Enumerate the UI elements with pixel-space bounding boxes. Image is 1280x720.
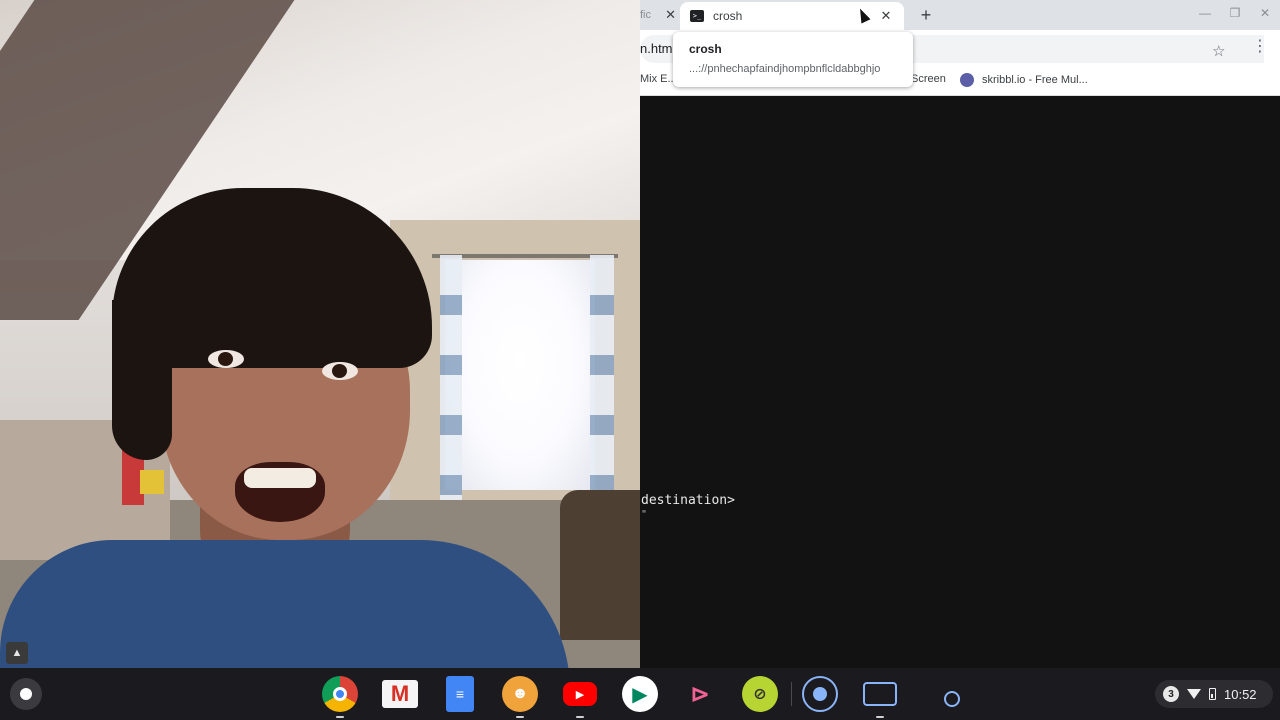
play-store-icon: ▶	[622, 676, 658, 712]
person-eye-right	[322, 362, 358, 380]
webcam-video: ▲	[0, 0, 640, 668]
tab-partial-label: fic	[640, 9, 651, 21]
person-teeth	[244, 468, 316, 488]
gmail-icon: M	[382, 680, 418, 708]
person-hair-side	[112, 300, 172, 460]
shelf-app-play-store[interactable]: ▶	[620, 676, 660, 712]
shelf-app-youtube[interactable]: ▶	[560, 676, 600, 718]
shelf-app-chrome[interactable]	[320, 676, 360, 718]
window	[445, 260, 595, 490]
expand-up-icon[interactable]: ▲	[6, 642, 28, 664]
small-circle-icon	[944, 691, 960, 707]
browser-window: fic ✕ >_ crosh ✕ + — ❐ ✕ n.html ☆ ⋮ Mix …	[640, 0, 1280, 668]
tab-crosh[interactable]: >_ crosh ✕	[680, 2, 904, 30]
terminal-line: "	[641, 509, 648, 520]
chair	[560, 490, 640, 640]
bookmark-skribbl-label: skribbl.io - Free Mul...	[982, 74, 1088, 86]
omnibox-text: n.html	[640, 41, 676, 56]
running-indicator	[336, 716, 344, 718]
record-dot-icon	[802, 676, 838, 712]
new-tab-button[interactable]: +	[915, 4, 937, 26]
running-indicator	[516, 716, 524, 718]
tennis-ball-icon: ⊘	[742, 676, 778, 712]
tab-strip: fic ✕ >_ crosh ✕ + — ❐ ✕	[640, 0, 1280, 30]
shelf-app-tennis-ball[interactable]: ⊘	[740, 676, 780, 712]
shelf-divider	[791, 682, 792, 706]
youtube-icon: ▶	[563, 682, 597, 706]
toy-yellow	[140, 470, 164, 494]
wifi-icon	[1187, 689, 1201, 699]
launcher-button[interactable]	[10, 678, 42, 710]
shelf-app-docs[interactable]: ≡	[440, 676, 480, 712]
running-indicator	[876, 716, 884, 718]
chrome-icon	[322, 676, 358, 712]
tooltip-title: crosh	[689, 42, 722, 56]
skribbl-icon	[960, 73, 974, 87]
shelf-app-screen-capture[interactable]	[860, 676, 900, 718]
shelf-app-pink[interactable]: ⊳	[680, 676, 720, 712]
bookmark-star-icon[interactable]: ☆	[1212, 42, 1225, 60]
bookmark-mix-label: Mix E...	[640, 73, 677, 85]
screen-capture-icon	[863, 682, 897, 706]
shelf-app-small-circle[interactable]	[932, 676, 972, 712]
person-shirt	[0, 540, 570, 668]
tab-partial[interactable]: fic ✕	[640, 0, 678, 30]
bookmark-screen-label: Screen	[911, 73, 946, 85]
shelf-app-camera-dot[interactable]	[800, 676, 840, 712]
docs-icon: ≡	[446, 676, 474, 712]
tooltip-url: ...://pnhechapfaindjhompbnflcldabbghjo	[689, 63, 881, 75]
tab-crosh-close-icon[interactable]: ✕	[878, 8, 894, 24]
minimize-icon[interactable]: —	[1197, 6, 1213, 20]
bookmark-mix[interactable]: Mix E...	[640, 73, 677, 85]
clock-time: 10:52	[1224, 686, 1257, 702]
shelf-app-game-robot[interactable]: ☻	[500, 676, 540, 718]
tab-hover-tooltip: crosh ...://pnhechapfaindjhompbnflcldabb…	[673, 32, 913, 87]
browser-menu-icon[interactable]: ⋮	[1252, 36, 1268, 56]
close-window-icon[interactable]: ✕	[1257, 6, 1273, 20]
terminal-line: destination>	[641, 493, 735, 508]
screen: ▲ fic ✕ >_ crosh ✕ + — ❐ ✕ n.html ☆ ⋮ Mi…	[0, 0, 1280, 720]
terminal-icon: >_	[690, 10, 704, 22]
tab-partial-close-icon[interactable]: ✕	[663, 7, 678, 23]
bookmark-skribbl[interactable]: skribbl.io - Free Mul...	[960, 73, 1088, 87]
pink-arrow-icon: ⊳	[689, 680, 711, 708]
battery-icon	[1209, 688, 1216, 700]
shelf: M ≡ ☻ ▶ ▶ ⊳ ⊘ 3 10:52	[0, 668, 1280, 720]
tab-crosh-label: crosh	[713, 9, 743, 23]
bookmark-screen[interactable]: Screen	[911, 73, 946, 85]
status-tray[interactable]: 3 10:52	[1155, 680, 1273, 708]
restore-icon[interactable]: ❐	[1227, 6, 1243, 20]
crosh-terminal[interactable]: destination> "	[640, 97, 1280, 668]
notification-count: 3	[1163, 686, 1179, 702]
robot-game-icon: ☻	[502, 676, 538, 712]
person-eye-left	[208, 350, 244, 368]
running-indicator	[576, 716, 584, 718]
shelf-app-gmail[interactable]: M	[380, 676, 420, 712]
